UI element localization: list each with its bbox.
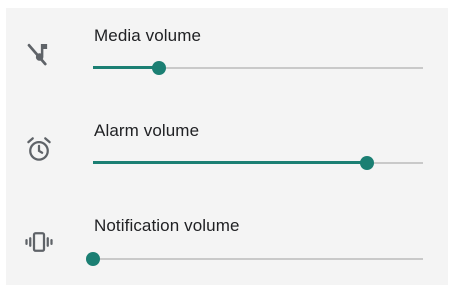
alarm-clock-icon — [24, 134, 54, 164]
media-volume-label: Media volume — [94, 26, 202, 45]
alarm-volume-row: Alarm volume — [6, 100, 448, 190]
notification-volume-track — [93, 258, 423, 260]
music-off-icon — [24, 39, 54, 69]
notification-volume-slider[interactable] — [86, 250, 423, 268]
alarm-volume-slider[interactable] — [93, 154, 423, 172]
notification-volume-label: Notification volume — [94, 216, 240, 235]
media-volume-fill — [93, 66, 159, 69]
media-volume-slider[interactable] — [93, 59, 423, 77]
alarm-volume-label: Alarm volume — [94, 121, 200, 140]
vibrate-icon — [24, 227, 54, 257]
notification-volume-row: Notification volume — [6, 192, 448, 282]
media-volume-row: Media volume — [6, 8, 448, 98]
alarm-volume-thumb[interactable] — [359, 156, 374, 170]
media-volume-thumb[interactable] — [152, 61, 166, 75]
notification-volume-thumb[interactable] — [86, 252, 100, 266]
alarm-volume-fill — [93, 161, 367, 164]
sound-settings-panel: Media volume Alarm volume Notification v… — [6, 8, 448, 285]
